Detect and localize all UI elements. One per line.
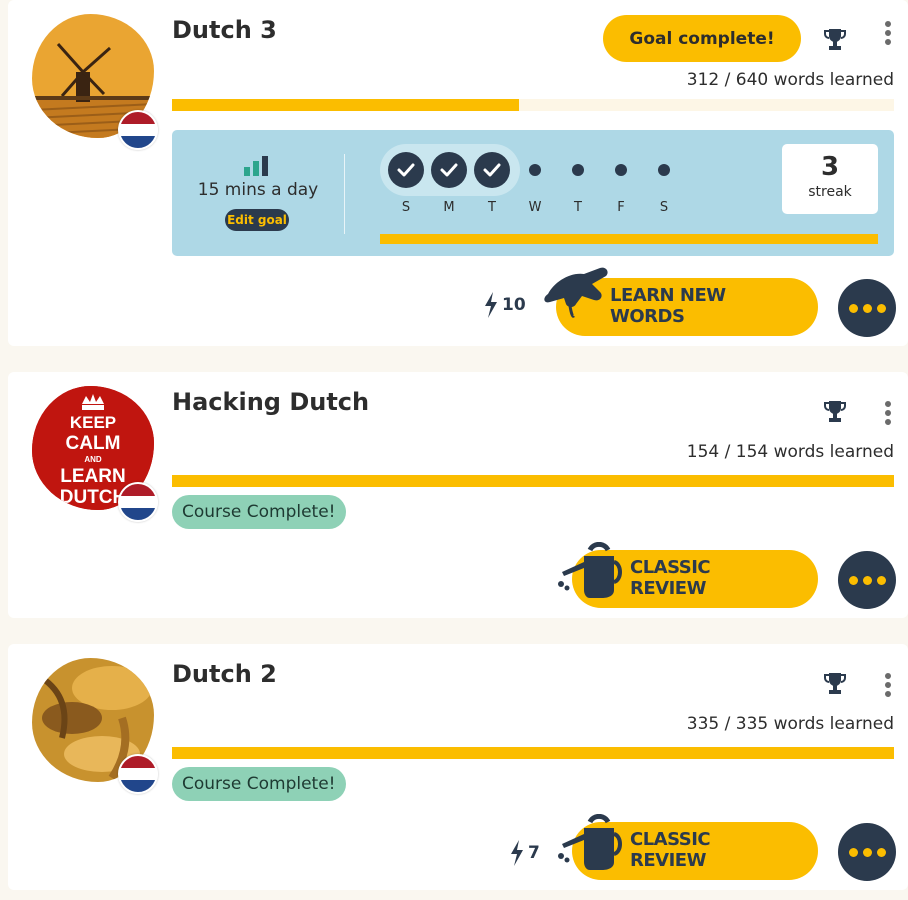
course-progress-fill bbox=[172, 99, 519, 111]
points-value: 10 bbox=[502, 295, 526, 315]
goal-minutes-text: 15 mins a day bbox=[197, 180, 319, 200]
day-0: S bbox=[388, 152, 424, 215]
check-icon bbox=[431, 152, 467, 188]
day-2: T bbox=[474, 152, 510, 215]
watering-can-icon bbox=[558, 814, 622, 870]
course-complete-badge: Course Complete! bbox=[172, 767, 346, 801]
goal-level-icon bbox=[244, 156, 268, 176]
more-options-button[interactable] bbox=[838, 551, 896, 609]
pending-dot-icon bbox=[646, 152, 682, 188]
course-title[interactable]: Dutch 3 bbox=[172, 16, 277, 44]
calm-text: CALM bbox=[65, 433, 121, 454]
day-letter: M bbox=[443, 200, 455, 215]
planting-hand-icon bbox=[544, 267, 608, 327]
words-learned-text: 154 / 154 words learned bbox=[686, 442, 894, 462]
trophy-icon[interactable] bbox=[822, 398, 848, 424]
course-progress-fill bbox=[172, 747, 894, 759]
classic-review-label: CLASSIC REVIEW bbox=[630, 557, 711, 599]
streak-label: streak bbox=[808, 184, 852, 200]
goal-complete-button[interactable]: Goal complete! bbox=[603, 15, 801, 62]
course-complete-badge: Course Complete! bbox=[172, 495, 346, 529]
trophy-icon[interactable] bbox=[822, 670, 848, 696]
course-card: Dutch 2 335 / 335 words learned Course C… bbox=[8, 644, 908, 890]
lightning-icon bbox=[485, 292, 497, 318]
day-letter: T bbox=[488, 200, 496, 215]
streak-value: 3 bbox=[820, 152, 840, 182]
day-1: M bbox=[431, 152, 467, 215]
course-progress-bar bbox=[172, 99, 894, 111]
day-6: S bbox=[646, 152, 682, 215]
points-indicator: 7 bbox=[510, 840, 540, 866]
day-letter: W bbox=[528, 200, 542, 215]
day-5: F bbox=[603, 152, 639, 215]
points-indicator: 10 bbox=[484, 292, 526, 318]
day-letter: S bbox=[401, 200, 411, 215]
day-letter: F bbox=[617, 200, 625, 215]
netherlands-flag-icon bbox=[118, 482, 158, 522]
learn-new-words-label: LEARN NEW WORDS bbox=[610, 285, 726, 327]
daily-goal-panel: 15 mins a day Edit goal S M T W T F S 3 streak bbox=[172, 130, 894, 256]
day-4: T bbox=[560, 152, 596, 215]
pending-dot-icon bbox=[517, 152, 553, 188]
pending-dot-icon bbox=[603, 152, 639, 188]
netherlands-flag-icon bbox=[118, 110, 158, 150]
course-progress-bar bbox=[172, 475, 894, 487]
points-value: 7 bbox=[528, 843, 540, 863]
course-card: KEEP CALM AND LEARN DUTCH Hacking Dutch … bbox=[8, 372, 908, 618]
classic-review-label: CLASSIC REVIEW bbox=[630, 829, 711, 871]
trophy-icon[interactable] bbox=[822, 26, 848, 52]
course-menu-button[interactable] bbox=[880, 18, 896, 48]
check-icon bbox=[474, 152, 510, 188]
course-title[interactable]: Dutch 2 bbox=[172, 660, 277, 688]
goal-summary: 15 mins a day Edit goal bbox=[172, 130, 344, 256]
day-3: W bbox=[517, 152, 553, 215]
words-learned-text: 312 / 640 words learned bbox=[686, 70, 894, 90]
edit-goal-button[interactable]: Edit goal bbox=[225, 209, 289, 231]
day-letter: S bbox=[659, 200, 669, 215]
check-icon bbox=[388, 152, 424, 188]
pending-dot-icon bbox=[560, 152, 596, 188]
words-learned-text: 335 / 335 words learned bbox=[686, 714, 894, 734]
course-card: Dutch 3 Goal complete! 312 / 640 words l… bbox=[8, 0, 908, 346]
more-options-button[interactable] bbox=[838, 279, 896, 337]
goal-divider bbox=[344, 154, 345, 234]
course-menu-button[interactable] bbox=[880, 670, 896, 700]
watering-can-icon bbox=[558, 542, 622, 598]
day-letter: T bbox=[574, 200, 582, 215]
netherlands-flag-icon bbox=[118, 754, 158, 794]
more-options-button[interactable] bbox=[838, 823, 896, 881]
lightning-icon bbox=[511, 840, 523, 866]
and-text: AND bbox=[84, 455, 102, 464]
week-progress-bar bbox=[380, 234, 878, 244]
course-progress-bar bbox=[172, 747, 894, 759]
course-title[interactable]: Hacking Dutch bbox=[172, 388, 369, 416]
course-progress-fill bbox=[172, 475, 894, 487]
streak-box: 3 streak bbox=[782, 144, 878, 214]
keep-text: KEEP bbox=[69, 413, 117, 432]
course-menu-button[interactable] bbox=[880, 398, 896, 428]
